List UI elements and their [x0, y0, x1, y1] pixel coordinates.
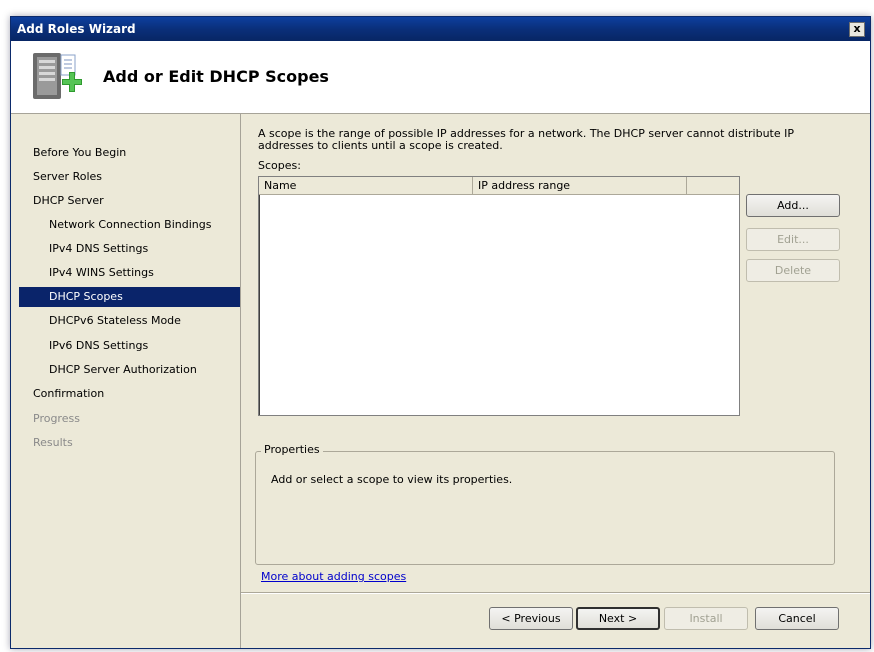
previous-button[interactable]: < Previous — [489, 607, 573, 630]
nav-item-ipv6-dns-settings[interactable]: IPv6 DNS Settings — [19, 336, 240, 356]
wizard-header: Add or Edit DHCP Scopes — [11, 41, 870, 114]
nav-item-ipv4-dns-settings[interactable]: IPv4 DNS Settings — [19, 239, 240, 259]
nav-item-dhcp-server-authorization[interactable]: DHCP Server Authorization — [19, 360, 240, 380]
nav-item-dhcp-scopes[interactable]: DHCP Scopes — [19, 287, 240, 307]
more-about-adding-scopes-link[interactable]: More about adding scopes — [261, 570, 406, 583]
edit-scope-button[interactable]: Edit... — [746, 228, 840, 251]
properties-text: Add or select a scope to view its proper… — [271, 473, 513, 486]
nav-item-dhcp-server[interactable]: DHCP Server — [19, 191, 240, 211]
server-add-icon — [33, 53, 82, 99]
nav-item-server-roles[interactable]: Server Roles — [19, 167, 240, 187]
delete-scope-button[interactable]: Delete — [746, 259, 840, 282]
properties-legend: Properties — [261, 443, 323, 456]
window-title: Add Roles Wizard — [17, 22, 136, 36]
description-line-2: addresses to clients until a scope is cr… — [258, 139, 503, 152]
scopes-list-header: Name IP address range — [259, 177, 739, 195]
nav-item-before-you-begin[interactable]: Before You Begin — [19, 143, 240, 163]
wizard-steps-nav: Before You Begin Server Roles DHCP Serve… — [11, 114, 241, 648]
nav-item-results: Results — [33, 436, 73, 449]
column-header-name[interactable]: Name — [259, 177, 473, 194]
close-icon[interactable]: x — [849, 22, 865, 37]
properties-group — [255, 451, 835, 565]
wizard-content: A scope is the range of possible IP addr… — [241, 114, 870, 648]
scopes-label: Scopes: — [258, 159, 301, 172]
nav-item-dhcpv6-stateless-mode[interactable]: DHCPv6 Stateless Mode — [19, 311, 240, 331]
nav-item-network-connection-bindings[interactable]: Network Connection Bindings — [19, 215, 240, 235]
column-header-extra[interactable] — [687, 177, 739, 194]
scope-description: A scope is the range of possible IP addr… — [258, 128, 813, 152]
nav-item-progress: Progress — [33, 412, 80, 425]
column-header-ip-address-range[interactable]: IP address range — [473, 177, 687, 194]
nav-item-ipv4-wins-settings[interactable]: IPv4 WINS Settings — [19, 263, 240, 283]
wizard-window: Add Roles Wizard x Add or Edit DHCP Scop… — [10, 16, 871, 649]
page-title: Add or Edit DHCP Scopes — [103, 67, 329, 86]
scopes-list[interactable]: Name IP address range — [258, 176, 740, 416]
nav-item-confirmation[interactable]: Confirmation — [19, 384, 240, 404]
footer-divider — [241, 592, 870, 594]
add-scope-button[interactable]: Add... — [746, 194, 840, 217]
next-button[interactable]: Next > — [576, 607, 660, 630]
cancel-button[interactable]: Cancel — [755, 607, 839, 630]
title-bar: Add Roles Wizard x — [11, 17, 870, 41]
install-button[interactable]: Install — [664, 607, 748, 630]
